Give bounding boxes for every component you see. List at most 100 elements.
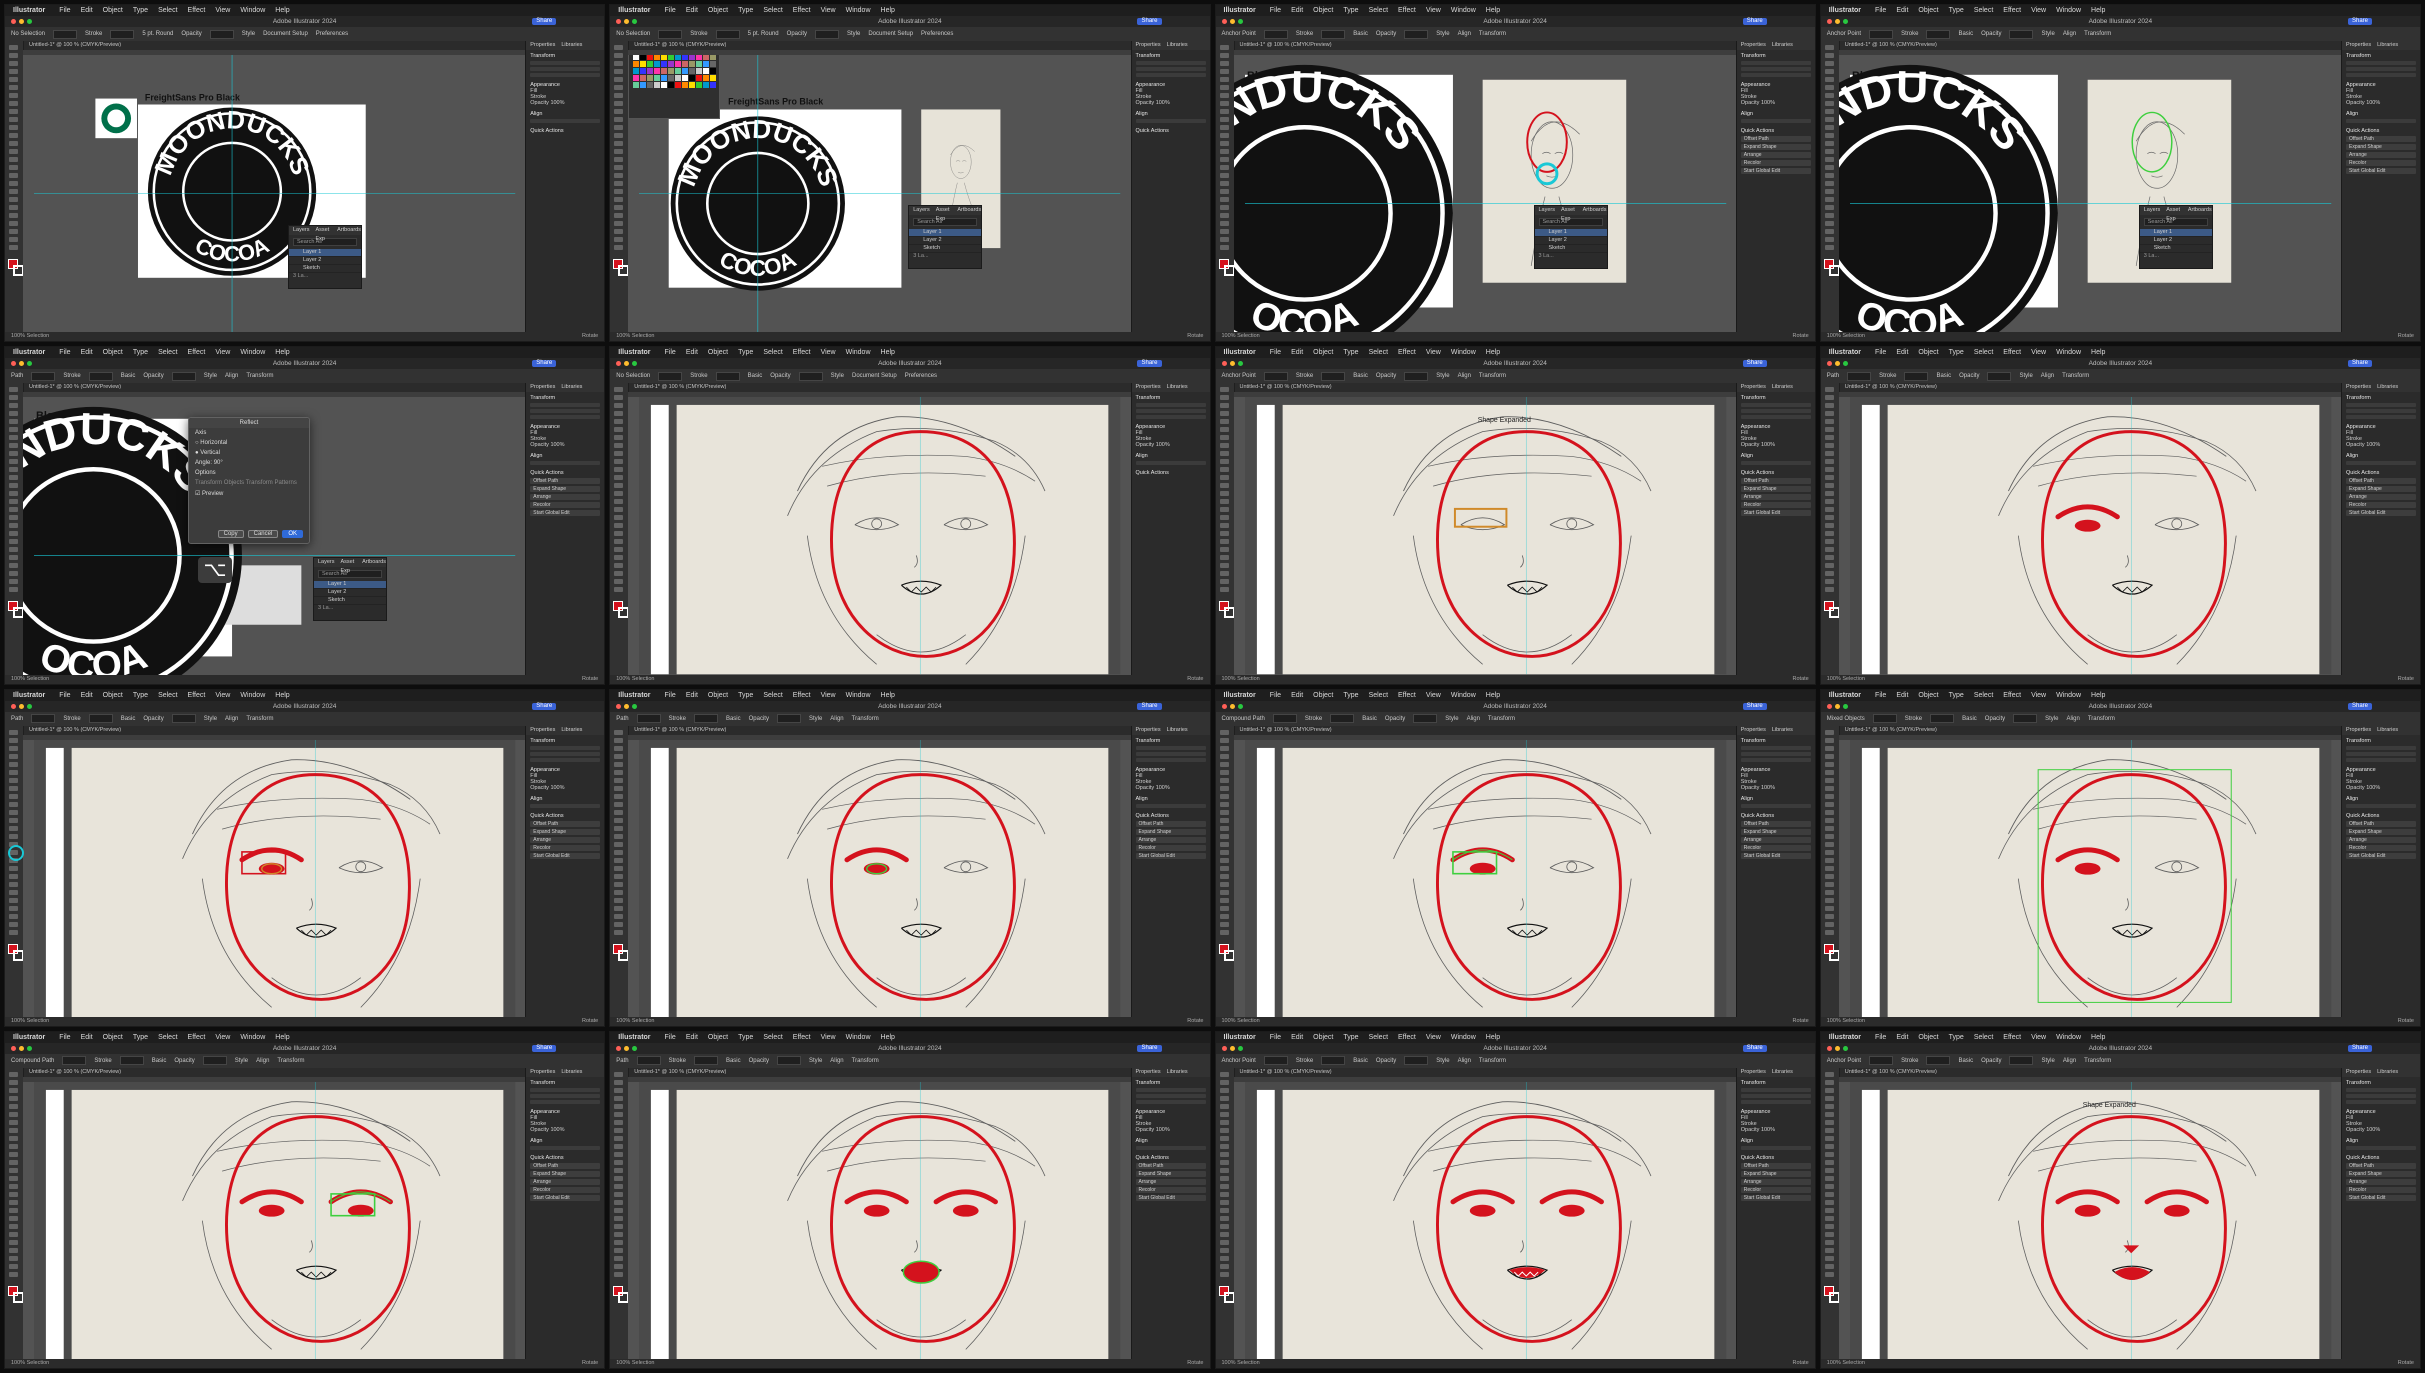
zoom-window-icon[interactable] <box>27 361 32 367</box>
brush-label[interactable]: Basic <box>152 1058 167 1064</box>
color-swatch[interactable] <box>633 55 640 60</box>
tool-icon[interactable] <box>614 93 624 98</box>
tool-icon[interactable] <box>1824 745 1834 751</box>
tool-icon[interactable] <box>1824 1127 1834 1133</box>
tool-icon[interactable] <box>614 1167 624 1173</box>
tool-icon[interactable] <box>614 523 624 529</box>
transform-field[interactable] <box>1740 403 1811 408</box>
opacity-row[interactable]: Opacity 100% <box>1741 442 1811 448</box>
tool-icon[interactable] <box>1219 793 1229 799</box>
share-button[interactable]: Share <box>2347 1044 2372 1052</box>
tool-icon[interactable] <box>1824 777 1834 783</box>
transform-objects-checkbox[interactable]: Transform Objects <box>195 480 244 486</box>
zoom-window-icon[interactable] <box>632 703 638 709</box>
artboard-canvas[interactable] <box>1233 1081 1737 1359</box>
tool-icon[interactable] <box>9 189 18 194</box>
color-swatch[interactable] <box>682 61 689 67</box>
tool-icon[interactable] <box>1824 889 1834 895</box>
tool-icon[interactable] <box>1219 483 1229 489</box>
color-swatch[interactable] <box>668 61 675 67</box>
brush-label[interactable]: Basic <box>1958 1058 1973 1064</box>
tool-icon[interactable] <box>1219 1079 1229 1085</box>
quick-action-button[interactable]: Arrange <box>1135 1178 1206 1185</box>
tool-icon[interactable] <box>1824 93 1834 98</box>
menu-file[interactable]: File <box>59 7 70 14</box>
fill-color-field[interactable] <box>658 371 683 381</box>
preferences-button[interactable]: Preferences <box>905 373 937 379</box>
tool-icon[interactable] <box>9 85 18 90</box>
color-swatch[interactable] <box>647 55 654 60</box>
tool-icon[interactable] <box>9 1087 18 1093</box>
quick-action-button[interactable]: Recolor <box>2346 160 2416 166</box>
align-buttons[interactable] <box>1740 803 1811 808</box>
color-swatch[interactable] <box>675 61 682 67</box>
tool-icon[interactable] <box>614 571 624 577</box>
color-swatch[interactable] <box>647 82 654 88</box>
tool-icon[interactable] <box>1219 1199 1229 1205</box>
layer-row[interactable]: Layer 1 <box>909 229 982 237</box>
tool-icon[interactable] <box>1219 411 1229 417</box>
color-swatch[interactable] <box>640 75 647 81</box>
menu-effect[interactable]: Effect <box>1398 1034 1416 1041</box>
panel-tab-properties[interactable]: Properties <box>1136 383 1161 392</box>
stroke-weight-field[interactable] <box>693 1056 718 1066</box>
quick-action-button[interactable]: Recolor <box>2346 844 2416 851</box>
transform-field[interactable] <box>1135 751 1206 756</box>
fill-color-field[interactable] <box>31 714 56 723</box>
layers-tab[interactable]: Asset Exp <box>2166 206 2182 222</box>
tool-icon[interactable] <box>614 1127 624 1133</box>
menu-select[interactable]: Select <box>1974 349 1993 356</box>
panel-tab-libraries[interactable]: Libraries <box>1772 41 1793 50</box>
menu-file[interactable]: File <box>1875 349 1886 356</box>
tool-icon[interactable] <box>1219 197 1229 202</box>
artwork[interactable] <box>628 1081 1131 1359</box>
panel-tab-properties[interactable]: Properties <box>1741 726 1766 735</box>
menu-type[interactable]: Type <box>1949 349 1964 356</box>
tool-icon[interactable] <box>9 149 18 154</box>
tool-icon[interactable] <box>1824 149 1834 154</box>
tool-icon[interactable] <box>1219 459 1229 465</box>
tool-icon[interactable] <box>614 865 624 871</box>
tool-icon[interactable] <box>614 1111 624 1117</box>
tool-icon[interactable] <box>9 1199 18 1205</box>
tool-icon[interactable] <box>1219 419 1229 425</box>
tool-icon[interactable] <box>9 451 18 457</box>
preview-checkbox[interactable]: ☑ Preview <box>189 488 309 499</box>
artboard-canvas[interactable]: Shape Expanded <box>1233 397 1737 675</box>
tool-icon[interactable] <box>1824 491 1834 497</box>
opacity-field[interactable] <box>209 29 234 39</box>
transform-field[interactable] <box>530 61 601 65</box>
tool-icon[interactable] <box>9 197 18 202</box>
transform-button[interactable]: Transform <box>1479 1058 1506 1064</box>
tool-icon[interactable] <box>9 1127 18 1133</box>
tool-icon[interactable] <box>1219 889 1229 895</box>
tool-icon[interactable] <box>1219 109 1229 114</box>
tool-icon[interactable] <box>1824 1199 1834 1205</box>
tool-icon[interactable] <box>614 395 624 401</box>
tool-icon[interactable] <box>9 555 18 561</box>
tool-icon[interactable] <box>1219 881 1229 887</box>
menu-select[interactable]: Select <box>1369 349 1388 356</box>
align-button[interactable]: Align <box>1467 716 1480 722</box>
tool-icon[interactable] <box>1824 245 1834 250</box>
menu-edit[interactable]: Edit <box>686 692 698 699</box>
artboard-canvas[interactable] <box>23 739 527 1017</box>
close-window-icon[interactable] <box>1826 361 1832 367</box>
color-swatch[interactable] <box>668 75 675 81</box>
tool-icon[interactable] <box>9 817 18 823</box>
tool-icon[interactable] <box>1824 841 1834 847</box>
tool-icon[interactable] <box>614 125 624 130</box>
menu-object[interactable]: Object <box>1918 1034 1938 1041</box>
transform-field[interactable] <box>2346 67 2416 71</box>
transform-field[interactable] <box>1135 757 1206 762</box>
color-swatch[interactable] <box>682 75 689 81</box>
transform-field[interactable] <box>2346 751 2416 756</box>
fill-color-field[interactable] <box>636 714 661 723</box>
panel-tab-libraries[interactable]: Libraries <box>1772 726 1793 735</box>
tool-icon[interactable] <box>614 149 624 154</box>
tool-icon[interactable] <box>614 165 624 170</box>
tool-icon[interactable] <box>9 897 18 903</box>
menu-effect[interactable]: Effect <box>188 349 206 356</box>
panel-tab-libraries[interactable]: Libraries <box>1772 1068 1793 1077</box>
transform-field[interactable] <box>1740 751 1811 756</box>
